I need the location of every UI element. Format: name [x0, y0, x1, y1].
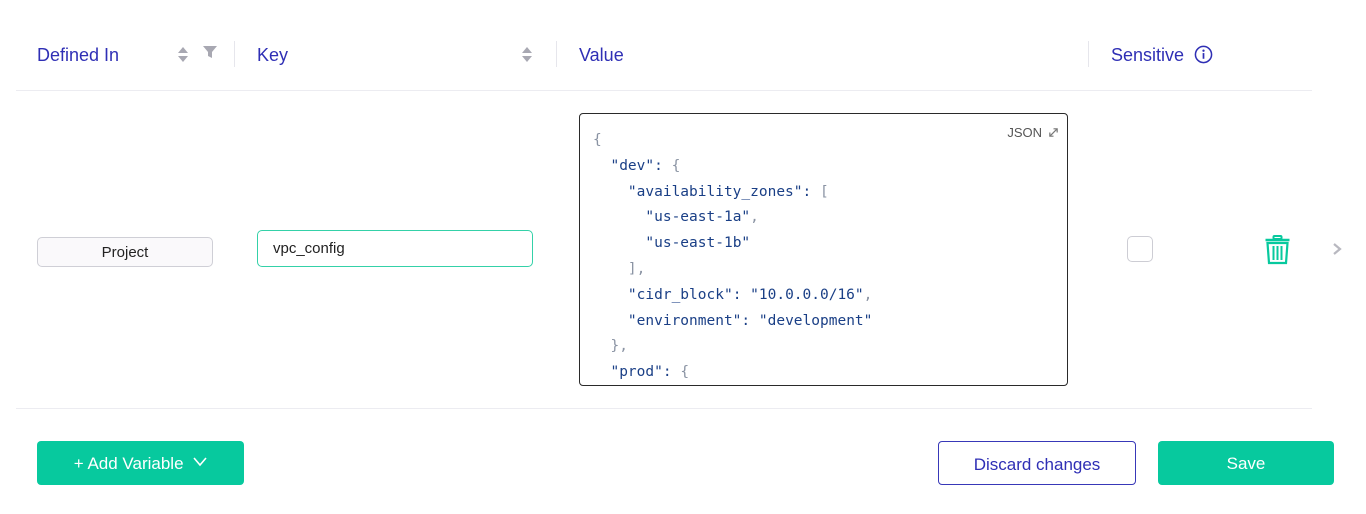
json-code-line: }, — [610, 338, 628, 355]
chevron-right-icon[interactable] — [1331, 242, 1343, 256]
sensitive-checkbox[interactable] — [1127, 236, 1153, 262]
json-format-label: JSON — [1007, 125, 1059, 140]
add-variable-label: + Add Variable — [73, 454, 184, 473]
column-separator — [234, 41, 235, 67]
column-header-key[interactable]: Key — [257, 44, 288, 66]
json-label: JSON — [1007, 125, 1042, 140]
sort-icon[interactable] — [521, 44, 533, 64]
sort-icon[interactable] — [177, 44, 189, 64]
json-code-line: "us-east-1a", — [645, 209, 759, 226]
row-divider — [16, 408, 1312, 409]
column-header-value: Value — [579, 45, 624, 65]
json-code-line: "prod": { — [610, 364, 690, 381]
trash-icon[interactable] — [1264, 235, 1291, 265]
filter-icon[interactable] — [203, 46, 217, 60]
chevron-down-icon — [193, 457, 207, 467]
json-code-line: "cidr_block": "10.0.0.0/16", — [627, 286, 873, 303]
header-divider — [16, 90, 1312, 91]
value-json-editor[interactable]: JSON { "dev": { "availability_zones": [ … — [579, 113, 1068, 386]
json-code-line: "us-east-1b" — [645, 235, 751, 252]
json-code[interactable]: { "dev": { "availability_zones": [ "us-e… — [593, 128, 873, 385]
json-code-line: "environment": "development" — [627, 312, 873, 329]
add-variable-button[interactable]: + Add Variable — [37, 441, 244, 485]
defined-in-badge: Project — [37, 237, 213, 267]
json-code-line: ], — [627, 260, 646, 277]
variable-key-input[interactable] — [257, 230, 533, 267]
column-header-sensitive: Sensitive — [1111, 45, 1185, 65]
expand-icon[interactable] — [1048, 127, 1059, 138]
column-separator — [1088, 41, 1089, 67]
json-code-line: "availability_zones": [ — [627, 183, 829, 200]
info-icon[interactable] — [1194, 45, 1213, 64]
discard-changes-button[interactable]: Discard changes — [938, 441, 1136, 485]
json-code-line: { — [593, 132, 602, 148]
save-button[interactable]: Save — [1158, 441, 1334, 485]
column-header-defined-in[interactable]: Defined In — [37, 44, 119, 66]
column-separator — [556, 41, 557, 67]
json-code-line: "dev": { — [610, 157, 681, 174]
